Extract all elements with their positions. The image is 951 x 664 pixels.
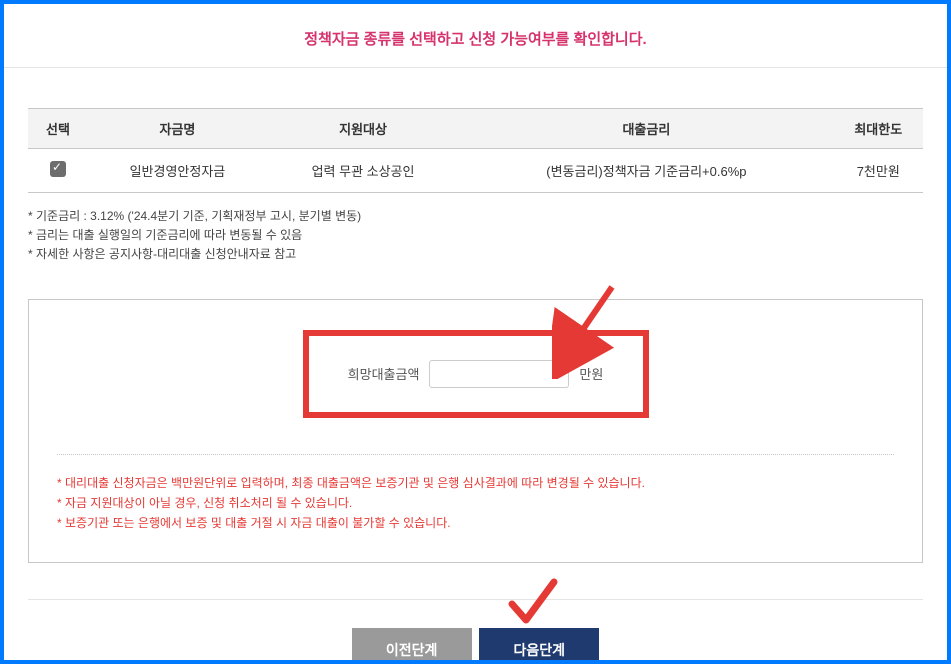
note-line: * 자세한 사항은 공지사항-대리대출 신청안내자료 참고	[28, 245, 923, 264]
divider-top	[4, 67, 947, 68]
next-step-button[interactable]: 다음단계	[479, 628, 599, 664]
cell-select	[28, 149, 88, 193]
loan-amount-input[interactable]	[429, 360, 569, 388]
page-heading: 정책자금 종류를 선택하고 신청 가능여부를 확인합니다.	[4, 4, 947, 67]
cell-limit: 7천만원	[834, 149, 923, 193]
cell-target: 업력 무관 소상공인	[267, 149, 459, 193]
divider-dotted	[57, 454, 894, 455]
warning-line: * 보증기관 또는 은행에서 보증 및 대출 거절 시 자금 대출이 불가할 수…	[57, 513, 894, 533]
warning-line: * 자금 지원대상이 아닐 경우, 신청 취소처리 될 수 있습니다.	[57, 493, 894, 513]
amount-unit: 만원	[579, 364, 603, 383]
table-header-row: 선택 자금명 지원대상 대출금리 최대한도	[28, 109, 923, 149]
col-limit: 최대한도	[834, 109, 923, 149]
col-select: 선택	[28, 109, 88, 149]
divider-bottom	[28, 599, 923, 600]
cell-name: 일반경영안정자금	[88, 149, 267, 193]
checkbox-icon[interactable]	[50, 161, 66, 177]
warning-notes: * 대리대출 신청자금은 백만원단위로 입력하며, 최종 대출금액은 보증기관 …	[57, 473, 894, 534]
note-line: * 금리는 대출 실행일의 기준금리에 따라 변동될 수 있음	[28, 226, 923, 245]
amount-row: 희망대출금액 만원	[327, 360, 625, 388]
button-row: 이전단계 다음단계	[28, 628, 923, 664]
col-rate: 대출금리	[459, 109, 833, 149]
content-area: 선택 자금명 지원대상 대출금리 최대한도 일반경영안정자금 업력 무관 소상공…	[4, 108, 947, 664]
table-row: 일반경영안정자금 업력 무관 소상공인 (변동금리)정책자금 기준금리+0.6%…	[28, 149, 923, 193]
col-target: 지원대상	[267, 109, 459, 149]
prev-step-button[interactable]: 이전단계	[352, 628, 472, 664]
amount-highlight-box: 희망대출금액 만원	[303, 330, 649, 418]
cell-rate: (변동금리)정책자금 기준금리+0.6%p	[459, 149, 833, 193]
warning-line: * 대리대출 신청자금은 백만원단위로 입력하며, 최종 대출금액은 보증기관 …	[57, 473, 894, 493]
app-frame: 정책자금 종류를 선택하고 신청 가능여부를 확인합니다. 선택 자금명 지원대…	[0, 0, 951, 664]
col-name: 자금명	[88, 109, 267, 149]
rate-notes: * 기준금리 : 3.12% ('24.4분기 기준, 기획재정부 고시, 분기…	[28, 207, 923, 265]
amount-label: 희망대출금액	[348, 364, 420, 383]
note-line: * 기준금리 : 3.12% ('24.4분기 기준, 기획재정부 고시, 분기…	[28, 207, 923, 226]
policy-table: 선택 자금명 지원대상 대출금리 최대한도 일반경영안정자금 업력 무관 소상공…	[28, 108, 923, 193]
loan-amount-panel: 희망대출금액 만원 * 대리대출 신청자금은 백만원단위로 입력하며, 최종 대…	[28, 299, 923, 563]
